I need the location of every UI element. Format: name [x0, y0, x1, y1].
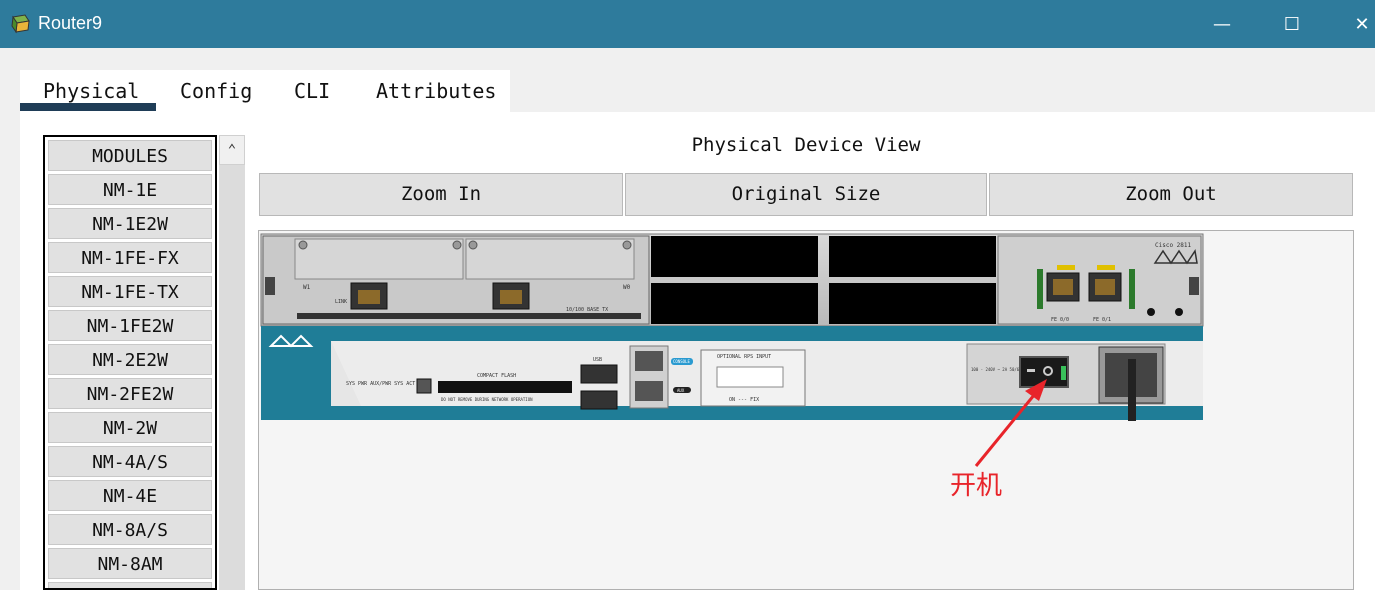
module-item-nm-1fe2w[interactable]: NM-1FE2W [48, 310, 212, 341]
module-item-nm-4a-s[interactable]: NM-4A/S [48, 446, 212, 477]
module-item-nm-2w[interactable]: NM-2W [48, 412, 212, 443]
power-on-annotation: 开机 [950, 471, 1003, 501]
module-item-nm-1e[interactable]: NM-1E [48, 174, 212, 205]
modules-header[interactable]: MODULES [48, 140, 212, 171]
module-item-nm-1e2w[interactable]: NM-1E2W [48, 208, 212, 239]
active-tab-indicator [20, 103, 156, 111]
modules-scrollbar[interactable] [219, 135, 245, 590]
title-bar [0, 0, 1375, 48]
module-item-partial[interactable] [48, 582, 212, 588]
tab-physical[interactable]: Physical [43, 79, 139, 103]
module-item-nm-2fe2w[interactable]: NM-2FE2W [48, 378, 212, 409]
tab-config[interactable]: Config [180, 79, 252, 103]
modules-list: MODULES NM-1E NM-1E2W NM-1FE-FX NM-1FE-T… [43, 135, 217, 590]
annotation-arrow [974, 379, 1047, 467]
original-size-button[interactable]: Original Size [625, 173, 987, 216]
minimize-button[interactable]: — [1202, 9, 1242, 41]
zoom-in-button[interactable]: Zoom In [259, 173, 623, 216]
scroll-up-arrow-icon[interactable]: ⌃ [219, 135, 245, 165]
router-app-icon [11, 14, 30, 34]
module-item-nm-1fe-fx[interactable]: NM-1FE-FX [48, 242, 212, 273]
tab-attributes[interactable]: Attributes [376, 79, 496, 103]
module-item-nm-2e2w[interactable]: NM-2E2W [48, 344, 212, 375]
module-item-nm-8a-s[interactable]: NM-8A/S [48, 514, 212, 545]
close-button[interactable]: ✕ [1342, 9, 1375, 41]
window-title: Router9 [38, 13, 103, 33]
tab-cli[interactable]: CLI [294, 79, 330, 103]
module-item-nm-4e[interactable]: NM-4E [48, 480, 212, 511]
device-view-title: Physical Device View [691, 134, 921, 156]
module-item-nm-1fe-tx[interactable]: NM-1FE-TX [48, 276, 212, 307]
device-view-canvas: W1 LINK 10/100 BASE TX W0 Cisco 2811 FE … [258, 230, 1354, 590]
module-item-nm-8am[interactable]: NM-8AM [48, 548, 212, 579]
maximize-button[interactable]: ☐ [1272, 9, 1312, 41]
zoom-out-button[interactable]: Zoom Out [989, 173, 1353, 216]
